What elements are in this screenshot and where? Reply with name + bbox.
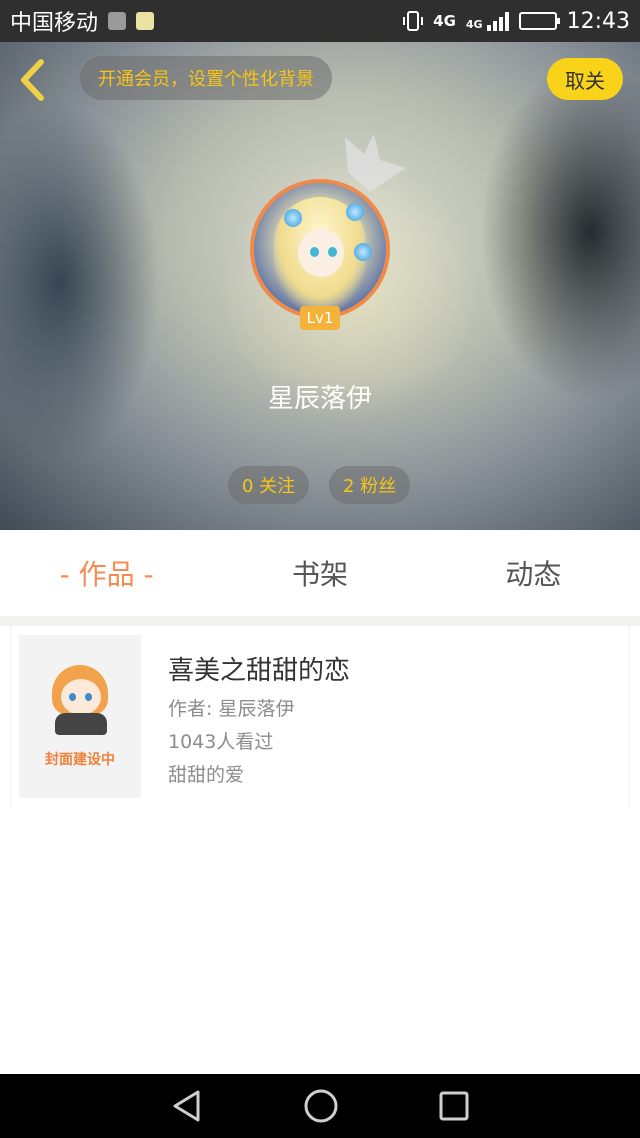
clock: 12:43 [566,8,630,34]
status-right: 4G 4G 12:43 [403,9,630,34]
square-recent-icon[interactable] [438,1090,470,1122]
cover-illustration-eye [85,693,92,701]
avatar-eye-left [310,247,319,257]
section-divider [0,616,640,626]
work-list-item[interactable]: 封面建设中 喜美之甜甜的恋 作者: 星辰落伊 1043人看过 甜甜的爱 [10,626,630,806]
work-author: 作者: 星辰落伊 [168,698,295,720]
work-tag: 甜甜的爱 [168,764,245,786]
back-button[interactable] [14,58,54,102]
profile-header: 开通会员，设置个性化背景 取关 Lv1 星辰落伊 0 关注 2 粉丝 [0,42,640,530]
background-blur-right [480,62,640,402]
status-left: 中国移动 [10,5,155,37]
avatar-flower [284,209,302,227]
gallery-notification-icon [108,12,127,30]
signal-group: 4G [466,11,509,31]
tab-bookshelf[interactable]: 书架 [213,530,426,616]
cover-illustration-eye [69,693,76,701]
work-view-count: 1043人看过 [168,731,274,753]
signal-strength-icon [486,11,509,31]
avatar-eye-right [328,247,337,257]
status-bar: 中国移动 4G 4G 12:43 [0,0,640,42]
work-cover[interactable]: 封面建设中 [19,635,141,798]
chevron-left-icon [21,59,44,101]
level-badge: Lv1 [300,306,340,330]
tab-activity[interactable]: 动态 [427,530,640,616]
tab-works[interactable]: - 作品 - [0,530,213,616]
network-type-left: 4G [433,12,456,30]
carrier-name: 中国移动 [10,11,99,36]
vip-background-prompt[interactable]: 开通会员，设置个性化背景 [80,56,332,100]
avatar[interactable] [250,179,390,319]
avatar-face [298,229,344,277]
vibrate-icon [403,11,424,31]
fans-count-button[interactable]: 2 粉丝 [329,466,411,504]
nickname: 星辰落伊 [267,384,372,414]
work-title[interactable]: 喜美之甜甜的恋 [168,650,350,687]
following-count-button[interactable]: 0 关注 [228,466,310,504]
cover-illustration-face [61,679,101,715]
profile-tabs: - 作品 - 书架 动态 [0,530,640,616]
cover-illustration-body [55,713,107,735]
avatar-flower [354,243,372,261]
chat-notification-icon [136,12,155,30]
battery-icon [518,12,560,30]
circle-home-icon[interactable] [303,1088,339,1124]
triangle-back-icon[interactable] [170,1089,204,1123]
cover-placeholder-label: 封面建设中 [45,752,115,768]
avatar-flower [346,203,364,221]
unfollow-button[interactable]: 取关 [547,58,623,100]
system-navigation-bar [0,1074,640,1138]
network-type-right: 4G [465,18,483,31]
